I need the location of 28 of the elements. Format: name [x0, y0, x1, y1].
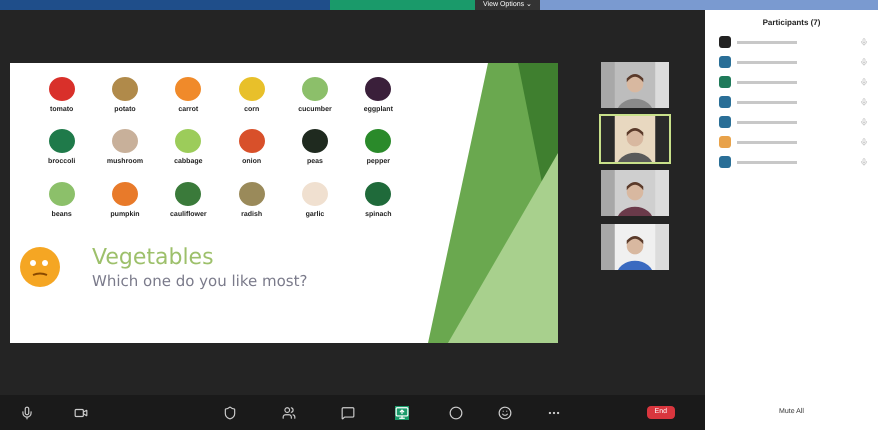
participant-name [737, 140, 797, 144]
participant-name [737, 160, 797, 164]
share-screen-icon[interactable] [395, 406, 409, 420]
participant-name [737, 100, 797, 104]
shield-icon[interactable] [223, 406, 237, 420]
video-tile[interactable] [599, 222, 671, 272]
panel-title: Participants (7) [762, 17, 820, 29]
record-icon[interactable] [449, 406, 463, 420]
video-tile[interactable] [599, 168, 671, 218]
microphone-icon [860, 118, 868, 126]
participant-name [737, 60, 797, 64]
microphone-icon [860, 78, 868, 86]
microphone-icon [860, 98, 868, 106]
participant-name [737, 120, 797, 124]
microphone-icon [860, 58, 868, 66]
microphone-icon [860, 138, 868, 146]
participants-icon[interactable] [282, 406, 296, 420]
slide-subtitle: Which one do you like most? [92, 270, 308, 290]
participant-name [737, 80, 797, 84]
microphone-icon[interactable] [20, 406, 34, 420]
reactions-icon[interactable] [498, 406, 512, 420]
chat-icon[interactable] [341, 406, 355, 420]
video-tile[interactable] [599, 114, 671, 164]
video-tile[interactable] [599, 60, 671, 110]
microphone-icon [860, 158, 868, 166]
slide-title: Vegetables [92, 244, 215, 270]
participant-name [737, 40, 797, 44]
microphone-icon [860, 38, 868, 46]
